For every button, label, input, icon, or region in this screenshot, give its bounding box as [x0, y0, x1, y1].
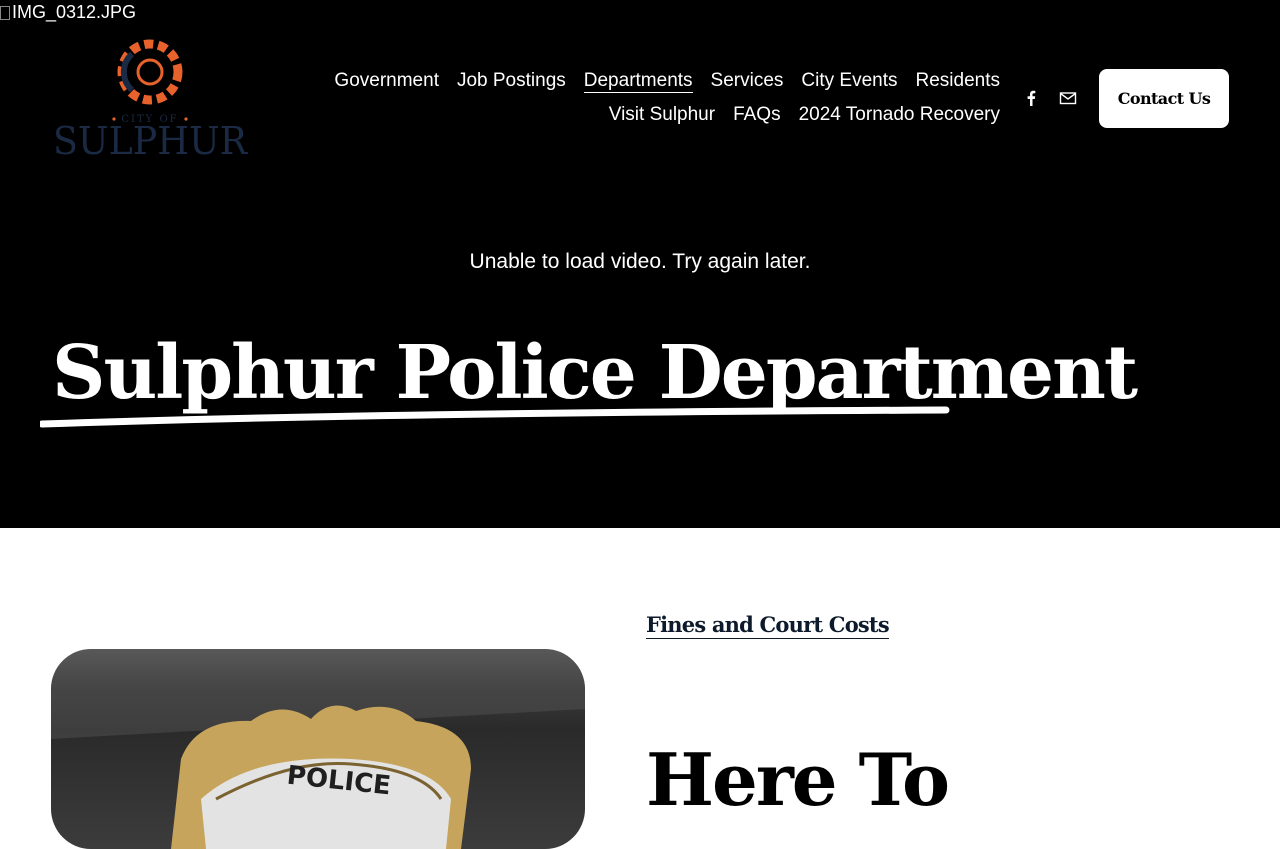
nav-row-2: Visit Sulphur FAQs 2024 Tornado Recovery — [300, 102, 1000, 136]
fines-court-costs-link[interactable]: Fines and Court Costs — [646, 612, 890, 639]
broken-image-alt: IMG_0312.JPG — [12, 2, 137, 22]
broken-image-icon — [0, 5, 10, 20]
police-badge-image: POLICE — [51, 649, 585, 849]
nav-item-tornado-recovery[interactable]: 2024 Tornado Recovery — [799, 102, 1000, 136]
nav-item-faqs[interactable]: FAQs — [733, 102, 781, 136]
facebook-icon[interactable] — [1021, 88, 1041, 108]
city-logo[interactable]: CITY OF SULPHUR — [50, 36, 250, 160]
nav-item-services[interactable]: Services — [711, 68, 784, 102]
nav-item-residents[interactable]: Residents — [916, 68, 1001, 102]
main-nav: Government Job Postings Departments Serv… — [300, 68, 1000, 136]
hero-section: IMG_0312.JPG CITY OF SULPHUR Government … — [0, 0, 1280, 528]
video-error-message: Unable to load video. Try again later. — [469, 250, 811, 273]
contact-us-button[interactable]: Contact Us — [1099, 69, 1229, 128]
logo-name: SULPHUR — [53, 119, 248, 160]
title-underline — [40, 406, 950, 428]
email-icon[interactable] — [1058, 88, 1078, 108]
nav-item-city-events[interactable]: City Events — [801, 68, 897, 102]
nav-item-departments[interactable]: Departments — [583, 68, 693, 93]
nav-item-job-postings[interactable]: Job Postings — [457, 68, 566, 102]
section-heading: Here To — [646, 737, 950, 822]
nav-item-government[interactable]: Government — [334, 68, 439, 102]
nav-item-visit-sulphur[interactable]: Visit Sulphur — [609, 102, 715, 136]
nav-row-1: Government Job Postings Departments Serv… — [300, 68, 1000, 102]
broken-image: IMG_0312.JPG — [0, 2, 136, 23]
